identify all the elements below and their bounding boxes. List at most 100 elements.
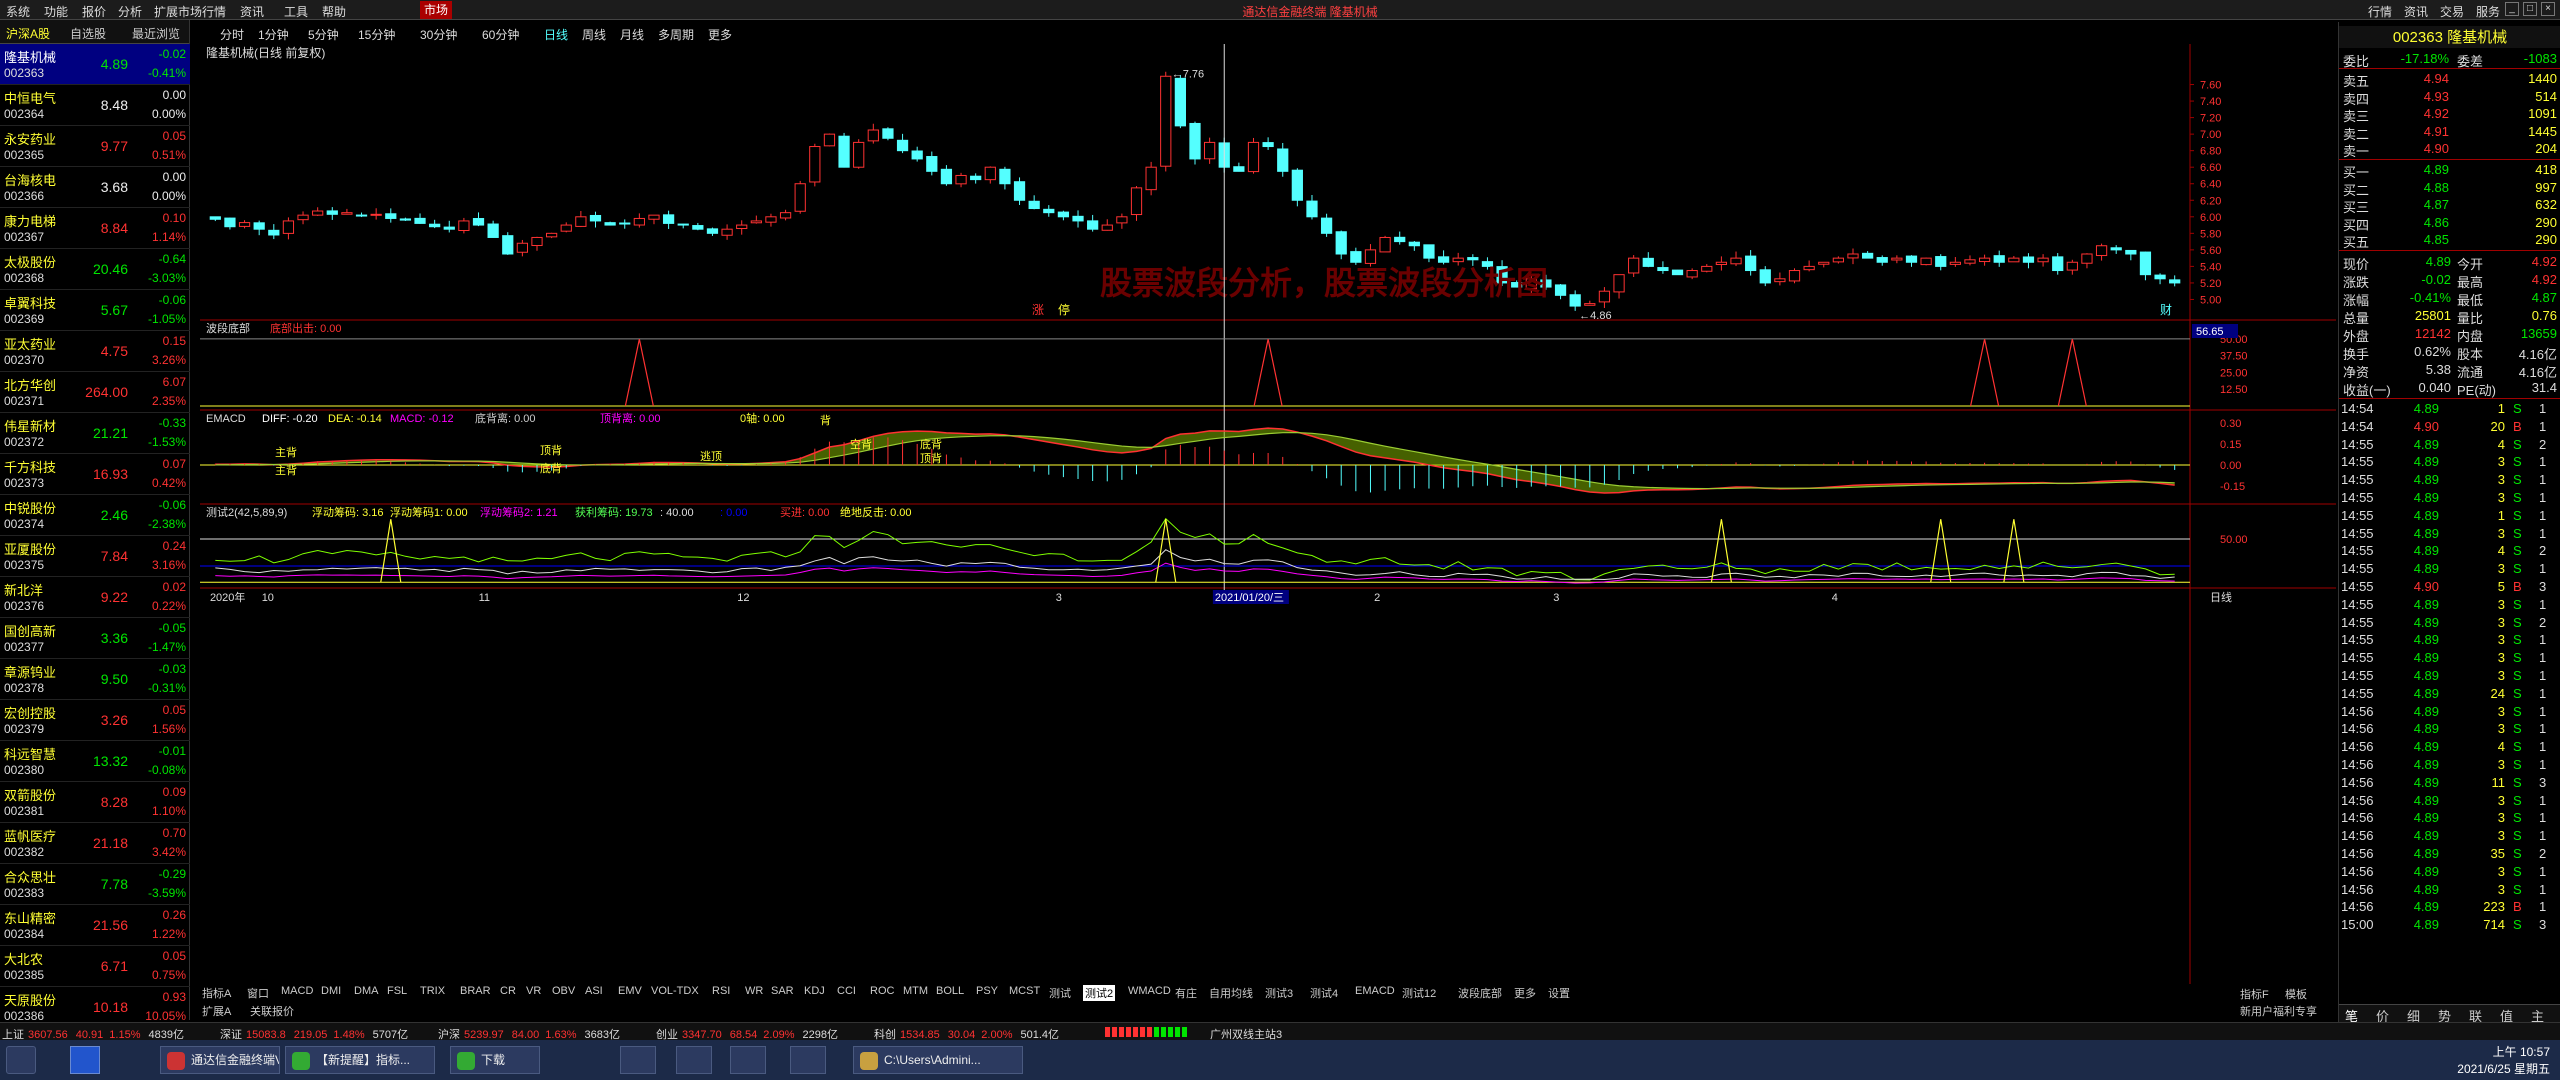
stock-row[interactable]: 宏创控股 002379 3.26 0.05 1.56% [0, 700, 190, 741]
indicator-tab[interactable]: EMV [618, 985, 642, 997]
indicator-tab[interactable]: CCI [837, 985, 856, 997]
promo-link[interactable]: 新用户福利专享 [2240, 1003, 2317, 1019]
period-tab[interactable]: 分时 [220, 26, 244, 43]
stock-row[interactable]: 台海核电 002366 3.68 0.00 0.00% [0, 167, 190, 208]
ext-tab[interactable]: 关联报价 [250, 1003, 294, 1019]
stock-row[interactable]: 千方科技 002373 16.93 0.07 0.42% [0, 454, 190, 495]
indicator-tab[interactable]: 设置 [1548, 985, 1570, 1001]
period-tab[interactable]: 多周期 [658, 26, 694, 43]
indicator-tab[interactable]: ROC [870, 985, 894, 997]
indicator-tab[interactable]: VOL-TDX [651, 985, 699, 997]
indicator-tab[interactable]: 测试3 [1265, 985, 1293, 1001]
taskbar-item[interactable]: 【新提醒】指标... [285, 1046, 435, 1074]
indicator-tab[interactable]: ASI [585, 985, 603, 997]
stock-row[interactable]: 卓翼科技 002369 5.67 -0.06 -1.05% [0, 290, 190, 331]
period-tab[interactable]: 1分钟 [258, 26, 289, 43]
menu-item[interactable]: 市场 [420, 1, 453, 19]
menu-item[interactable]: 功能 [44, 3, 68, 20]
indicator-tab[interactable]: 自用均线 [1209, 985, 1253, 1001]
indicator-tab[interactable]: 测试2 [1083, 985, 1116, 1001]
menu-item[interactable]: 资讯 [240, 3, 264, 20]
template-tab[interactable]: 模板 [2285, 986, 2307, 1002]
period-tab[interactable]: 更多 [708, 26, 732, 43]
indicator-tab[interactable]: MCST [1009, 985, 1040, 997]
indicator-tab[interactable]: 测试 [1049, 985, 1071, 1001]
taskbar-item[interactable]: 下载 [450, 1046, 540, 1074]
stock-row[interactable]: 亚太药业 002370 4.75 0.15 3.26% [0, 331, 190, 372]
pinned-app-icon[interactable] [730, 1046, 766, 1074]
indicator-tab[interactable]: DMA [354, 985, 378, 997]
indicator-tab[interactable]: 测试4 [1310, 985, 1338, 1001]
indicator-tab[interactable]: 测试12 [1402, 985, 1436, 1001]
stock-row[interactable]: 伟星新材 002372 21.21 -0.33 -1.53% [0, 413, 190, 454]
stock-row[interactable]: 双箭股份 002381 8.28 0.09 1.10% [0, 782, 190, 823]
stock-row[interactable]: 亚厦股份 002375 7.84 0.24 3.16% [0, 536, 190, 577]
stock-row[interactable]: 永安药业 002365 9.77 0.05 0.51% [0, 126, 190, 167]
clock-time[interactable]: 上午 10:57 [2425, 1043, 2550, 1060]
period-tab[interactable]: 60分钟 [482, 26, 519, 43]
right-menu-item[interactable]: 交易 [2440, 5, 2464, 19]
start-button[interactable] [6, 1046, 36, 1074]
pinned-app-icon[interactable] [790, 1046, 826, 1074]
period-tab[interactable]: 周线 [582, 26, 606, 43]
period-tab[interactable]: 日线 [544, 26, 568, 43]
stock-row[interactable]: 中锐股份 002374 2.46 -0.06 -2.38% [0, 495, 190, 536]
stock-row[interactable]: 太极股份 002368 20.46 -0.64 -3.03% [0, 249, 190, 290]
menu-item[interactable]: 帮助 [322, 3, 346, 20]
period-tab[interactable]: 5分钟 [308, 26, 339, 43]
indicator-tab[interactable]: 指标A [202, 985, 231, 1001]
indicator-tab[interactable]: OBV [552, 985, 575, 997]
indicator-tab[interactable]: FSL [387, 985, 407, 997]
indicator-tab[interactable]: 有庄 [1175, 985, 1197, 1001]
indicator-tab[interactable]: MACD [281, 985, 313, 997]
stock-row[interactable]: 康力电梯 002367 8.84 0.10 1.14% [0, 208, 190, 249]
indicator-tab[interactable]: RSI [712, 985, 730, 997]
indicator-tab[interactable]: WMACD [1128, 985, 1171, 997]
period-tab[interactable]: 月线 [620, 26, 644, 43]
indicator-tab[interactable]: DMI [321, 985, 341, 997]
chart-area[interactable]: 隆基机械(日线 前复权) 波段底部 底部出击: 0.00 EMACD DIFF: -0.… [200, 44, 2336, 984]
stock-row[interactable]: 合众思壮 002383 7.78 -0.29 -3.59% [0, 864, 190, 905]
stock-list-tab[interactable]: 自选股 [70, 25, 106, 42]
stock-row[interactable]: 章源钨业 002378 9.50 -0.03 -0.31% [0, 659, 190, 700]
right-menu-item[interactable]: 资讯 [2404, 5, 2428, 19]
stock-row[interactable]: 大北农 002385 6.71 0.05 0.75% [0, 946, 190, 987]
stock-row[interactable]: 科远智慧 002380 13.32 -0.01 -0.08% [0, 741, 190, 782]
indicator-f-tab[interactable]: 指标F [2240, 986, 2269, 1002]
stock-row[interactable]: 蓝帆医疗 002382 21.18 0.70 3.42% [0, 823, 190, 864]
stock-row[interactable]: 隆基机械 002363 4.89 -0.02 -0.41% [0, 44, 190, 85]
menu-item[interactable]: 报价 [82, 3, 106, 20]
stock-list-tab[interactable]: 沪深A股 [6, 25, 50, 42]
menu-item[interactable]: 系统 [6, 3, 30, 20]
indicator-tab[interactable]: KDJ [804, 985, 825, 997]
indicator-tab[interactable]: VR [526, 985, 541, 997]
menu-item[interactable]: 分析 [118, 3, 142, 20]
right-menu-item[interactable]: 服务 [2476, 5, 2500, 19]
taskbar-item[interactable]: 通达信金融终端V... [160, 1046, 280, 1074]
period-tab[interactable]: 15分钟 [358, 26, 395, 43]
ext-tab[interactable]: 扩展A [202, 1003, 231, 1019]
pinned-app-icon[interactable] [620, 1046, 656, 1074]
menu-item[interactable]: 扩展市场行情 [154, 3, 226, 20]
indicator-tab[interactable]: PSY [976, 985, 998, 997]
indicator-tab[interactable]: 更多 [1514, 985, 1536, 1001]
stock-row[interactable]: 北方华创 002371 264.00 6.07 2.35% [0, 372, 190, 413]
indicator-tab[interactable]: CR [500, 985, 516, 997]
indicator-tab[interactable]: 窗口 [247, 985, 269, 1001]
right-menu-item[interactable]: 行情 [2368, 5, 2392, 19]
indicator-tab[interactable]: BRAR [460, 985, 491, 997]
close-button[interactable]: × [2541, 2, 2555, 16]
stock-row[interactable]: 国创高新 002377 3.36 -0.05 -1.47% [0, 618, 190, 659]
clock-date[interactable]: 2021/6/25 星期五 [2395, 1060, 2550, 1077]
taskbar-item[interactable]: C:\Users\Admini... [853, 1046, 1023, 1074]
pinned-app-icon[interactable] [70, 1046, 100, 1074]
stock-row[interactable]: 东山精密 002384 21.56 0.26 1.22% [0, 905, 190, 946]
stock-list-tab[interactable]: 最近浏览 [132, 25, 180, 42]
stock-row[interactable]: 新北洋 002376 9.22 0.02 0.22% [0, 577, 190, 618]
indicator-tab[interactable]: SAR [771, 985, 794, 997]
indicator-tab[interactable]: WR [745, 985, 763, 997]
minimize-button[interactable]: _ [2505, 2, 2519, 16]
stock-row[interactable]: 中恒电气 002364 8.48 0.00 0.00% [0, 85, 190, 126]
maximize-button[interactable]: □ [2523, 2, 2537, 16]
menu-item[interactable]: 工具 [284, 3, 308, 20]
